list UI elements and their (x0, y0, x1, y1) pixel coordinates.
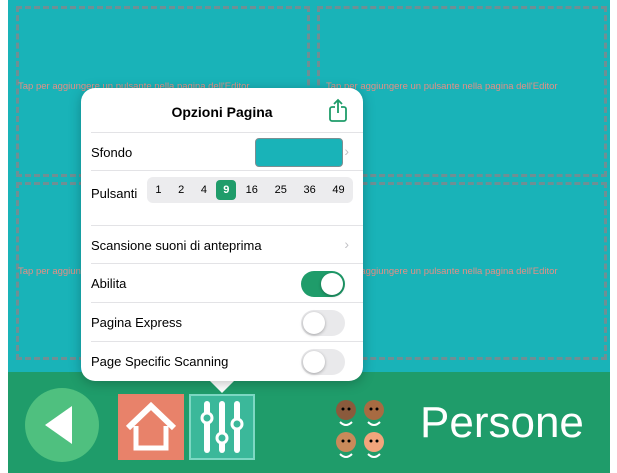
buttons-count-option[interactable]: 2 (171, 180, 192, 200)
toggle-knob (303, 351, 325, 373)
buttons-count-option[interactable]: 1 (148, 180, 169, 200)
enable-label: Abilita (91, 276, 127, 291)
toggle-knob (321, 273, 343, 295)
chevron-right-icon: › (344, 143, 349, 159)
popover-arrow (209, 380, 235, 393)
share-button[interactable] (327, 98, 349, 122)
page-options-popover: Opzioni Pagina Sfondo › Pulsanti 1 2 4 9… (81, 88, 363, 381)
page-specific-scanning-toggle[interactable] (301, 349, 345, 375)
enable-row: Abilita (91, 264, 363, 303)
cell-hint-text: Tap per aggiungere un pulsante nella pag… (326, 81, 558, 92)
buttons-count-option[interactable]: 4 (194, 180, 215, 200)
share-icon (329, 98, 347, 122)
express-page-label: Pagina Express (91, 315, 183, 330)
buttons-count-row: Pulsanti 1 2 4 9 16 25 36 49 (91, 171, 363, 226)
chevron-right-icon: › (344, 236, 349, 252)
background-color-swatch[interactable] (255, 138, 343, 167)
buttons-count-option[interactable]: 16 (238, 180, 265, 200)
enable-toggle[interactable] (301, 271, 345, 297)
background-row[interactable]: Sfondo › (91, 133, 363, 171)
buttons-count-option[interactable]: 36 (296, 180, 323, 200)
page-specific-scanning-row: Page Specific Scanning (91, 342, 363, 381)
buttons-count-selector: 1 2 4 9 16 25 36 49 (147, 177, 353, 203)
buttons-count-option-selected[interactable]: 9 (216, 180, 237, 200)
bottom-toolbar: Persone (8, 372, 610, 473)
page-name-label: Persone (420, 398, 584, 447)
scan-preview-label: Scansione suoni di anteprima (91, 238, 262, 253)
sliders-icon (200, 401, 244, 453)
home-button[interactable] (118, 394, 184, 460)
scan-preview-row[interactable]: Scansione suoni di anteprima › (91, 226, 363, 264)
page-options-button[interactable] (189, 394, 255, 460)
buttons-count-label: Pulsanti (91, 186, 138, 201)
express-page-toggle[interactable] (301, 310, 345, 336)
popover-title: Opzioni Pagina (171, 104, 273, 120)
buttons-count-option[interactable]: 25 (267, 180, 294, 200)
toggle-knob (303, 312, 325, 334)
page-specific-scanning-label: Page Specific Scanning (91, 354, 229, 369)
back-button[interactable] (25, 388, 99, 462)
buttons-count-option[interactable]: 49 (325, 180, 352, 200)
express-page-row: Pagina Express (91, 303, 363, 342)
background-label: Sfondo (91, 145, 133, 160)
people-icon (330, 386, 390, 466)
home-icon (125, 401, 177, 451)
back-arrow-icon (45, 406, 72, 444)
